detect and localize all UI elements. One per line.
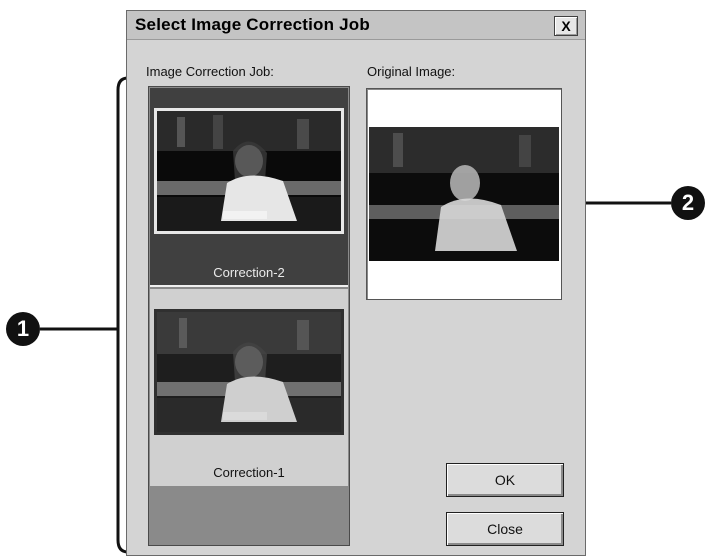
job-item-correction-1[interactable]: Correction-1: [150, 289, 348, 491]
job-thumbnail: [154, 309, 344, 435]
callout-marker-1: 1: [6, 312, 40, 346]
close-button[interactable]: Close: [446, 512, 564, 546]
title-bar: Select Image Correction Job X: [127, 11, 585, 40]
job-caption: Correction-1: [213, 465, 285, 480]
job-list-empty-area: [150, 486, 348, 544]
original-image-panel: [366, 88, 562, 300]
callout-marker-2: 2: [671, 186, 705, 220]
job-thumbnail: [154, 108, 344, 234]
dialog-title: Select Image Correction Job: [135, 15, 370, 34]
job-caption: Correction-2: [213, 265, 285, 280]
photo-thumbnail-image: [157, 312, 341, 432]
original-image-label: Original Image:: [367, 64, 456, 79]
image-correction-job-label: Image Correction Job:: [146, 64, 274, 79]
job-item-correction-2[interactable]: Correction-2: [150, 88, 348, 287]
original-image-preview: [369, 127, 559, 261]
photo-thumbnail-image: [157, 111, 341, 231]
ok-button[interactable]: OK: [446, 463, 564, 497]
correction-job-list[interactable]: Correction-2 Correction-1: [148, 86, 350, 546]
close-icon[interactable]: X: [554, 16, 578, 36]
